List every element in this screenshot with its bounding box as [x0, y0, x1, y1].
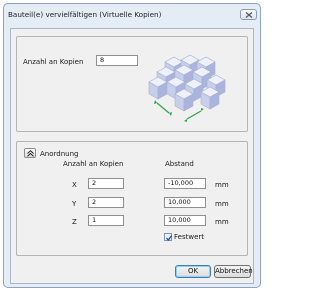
cubes-array-icon [148, 54, 226, 122]
title-bar[interactable]: Bauteil(e) vervielfältigen (Virtuelle Ko… [4, 4, 260, 26]
checkmark-icon [166, 235, 172, 241]
count-input-y[interactable]: 2 [88, 197, 124, 208]
unit-label-x: mm [215, 181, 229, 189]
collapse-button[interactable] [24, 148, 36, 158]
close-icon [245, 12, 253, 18]
copies-label: Anzahl an Kopien [23, 58, 84, 66]
copies-input[interactable]: 8 [96, 55, 138, 66]
arrangement-group: Anordnung Anzahl an Kopien Abstand X 2 -… [16, 141, 248, 256]
cancel-button[interactable]: Abbrechen [214, 265, 253, 278]
axis-label-y: Y [72, 200, 77, 208]
dialog-window: Bauteil(e) vervielfältigen (Virtuelle Ko… [3, 3, 261, 288]
axis-label-x: X [72, 181, 77, 189]
window-title: Bauteil(e) vervielfältigen (Virtuelle Ko… [8, 10, 162, 19]
copies-group: Anzahl an Kopien 8 [16, 36, 248, 132]
fixed-value-label: Festwert [174, 233, 204, 241]
count-input-z[interactable]: 1 [88, 215, 124, 226]
count-input-x[interactable]: 2 [88, 178, 124, 189]
fixed-value-checkbox[interactable] [164, 233, 172, 241]
unit-label-y: mm [215, 200, 229, 208]
dialog-client-area: Anzahl an Kopien 8 Anordnung Anzahl an K… [10, 28, 254, 284]
ok-button[interactable]: OK [175, 265, 211, 278]
distance-input-y[interactable]: 10,000 [164, 197, 206, 208]
arrangement-title: Anordnung [40, 150, 79, 158]
chevron-up-icon [27, 150, 34, 157]
distance-input-z[interactable]: 10,000 [164, 215, 206, 226]
col-header-copies: Anzahl an Kopien [63, 160, 124, 168]
unit-label-z: mm [215, 218, 229, 226]
axis-label-z: Z [72, 218, 77, 226]
distance-input-x[interactable]: -10,000 [164, 178, 206, 189]
col-header-distance: Abstand [165, 160, 194, 168]
close-button[interactable] [240, 9, 257, 20]
